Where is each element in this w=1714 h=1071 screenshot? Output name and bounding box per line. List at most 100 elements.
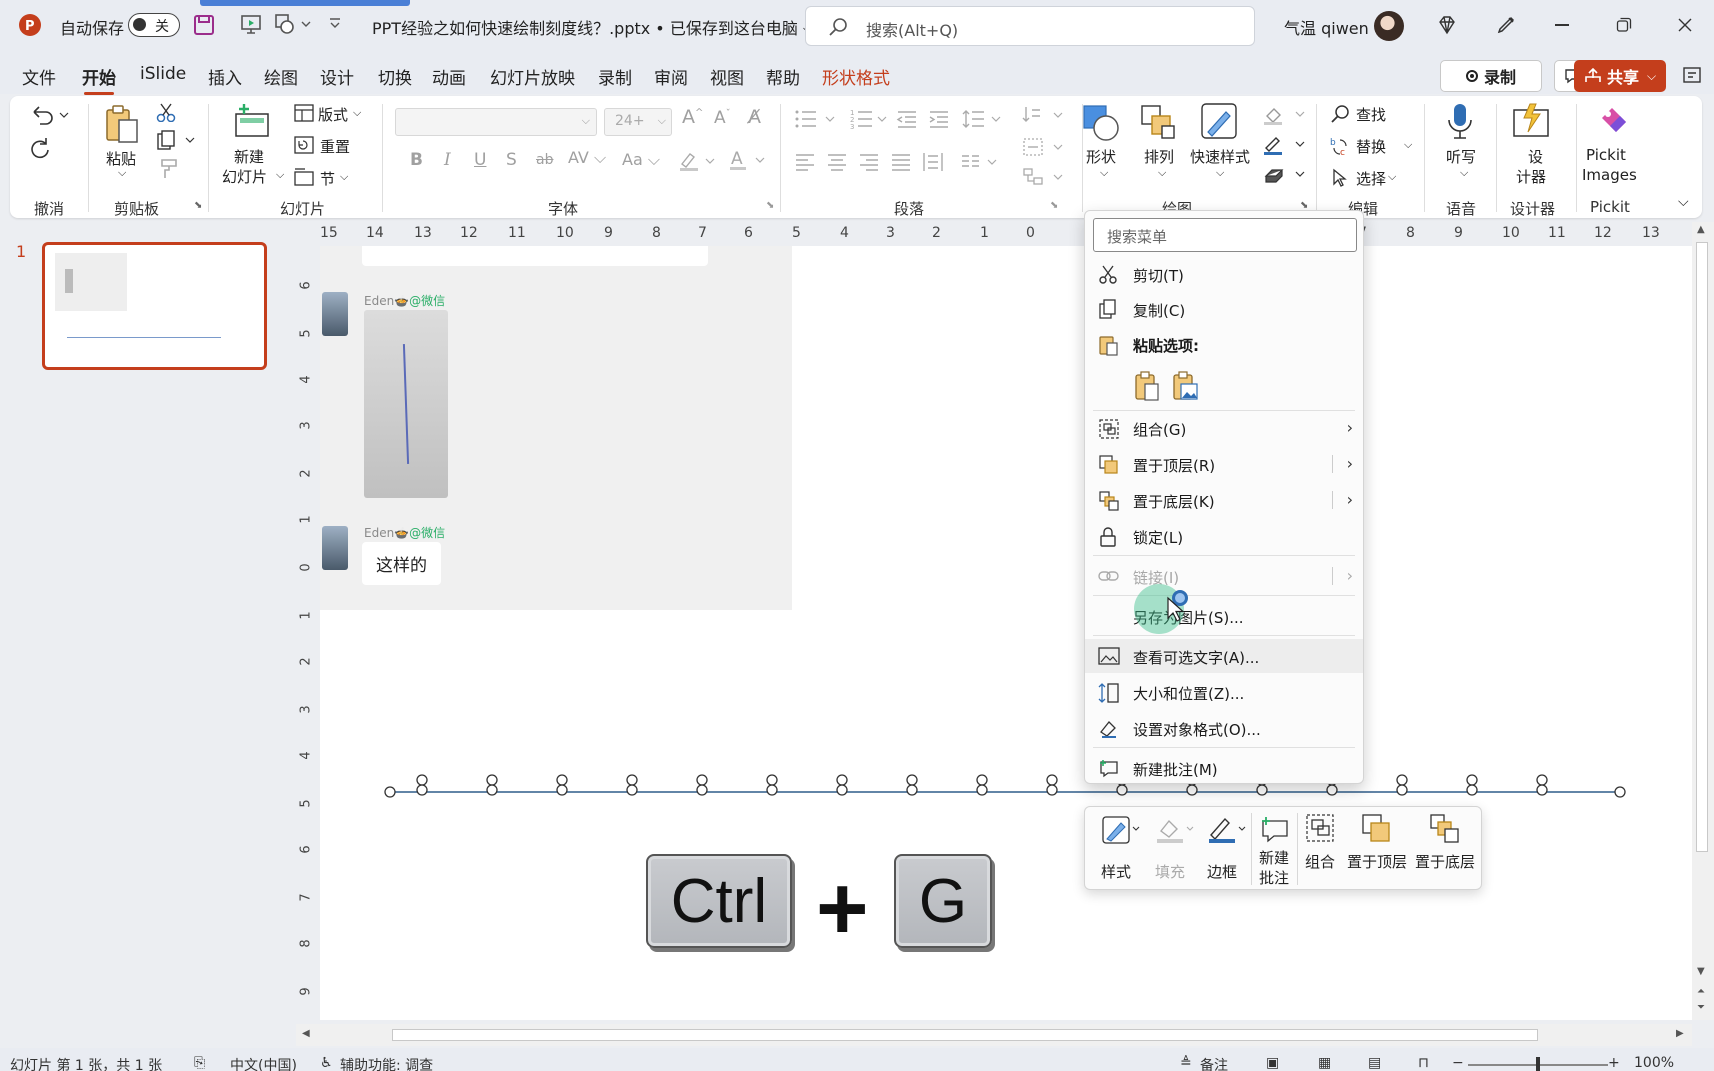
outline-button[interactable]: 边框 <box>1199 811 1249 887</box>
select-chevron-icon[interactable]: ⌵ <box>1388 170 1396 184</box>
clipboard-launcher-icon[interactable]: ⬊ <box>194 200 202 211</box>
ribbon-display-icon[interactable] <box>1682 64 1704 86</box>
char-spacing-icon[interactable]: AV ⌵ <box>568 148 606 168</box>
menu-item-group[interactable]: 组合(G) › <box>1085 411 1363 445</box>
pickit-label-1[interactable]: Pickit <box>1586 146 1626 164</box>
format-painter-icon[interactable] <box>156 158 180 180</box>
shape-outline-icon[interactable] <box>1262 134 1308 156</box>
clear-format-icon[interactable]: A̸ <box>748 106 761 128</box>
strikethrough-icon[interactable]: ab <box>536 152 553 168</box>
paragraph-launcher-icon[interactable]: ⬊ <box>1050 200 1058 211</box>
smartart-icon[interactable] <box>1022 166 1066 188</box>
zoom-in-icon[interactable]: + <box>1608 1055 1620 1071</box>
find-label[interactable]: 查找 <box>1356 104 1386 125</box>
tab-6[interactable]: 切换 <box>378 64 412 89</box>
font-launcher-icon[interactable]: ⬊ <box>766 200 774 211</box>
horizontal-scrollbar[interactable]: ◀ ▶ <box>296 1024 1692 1046</box>
tab-4[interactable]: 绘图 <box>264 64 298 89</box>
zoom-out-icon[interactable]: − <box>1452 1055 1464 1071</box>
normal-view-icon[interactable]: ▣ <box>1266 1055 1279 1071</box>
close-icon[interactable] <box>1677 17 1693 33</box>
bold-icon[interactable]: B <box>410 150 423 170</box>
tab-1[interactable]: 开始 <box>82 64 116 95</box>
arrange-chevron-icon[interactable]: ⌵ <box>1158 166 1166 180</box>
shape-effects-icon[interactable] <box>1262 164 1308 186</box>
select-icon[interactable] <box>1330 168 1350 188</box>
document-title[interactable]: PPT经验之如何快速绘制刻度线？.pptx • 已保存到这台电脑 ⌵ <box>372 15 815 39</box>
scroll-left-icon[interactable]: ◀ <box>302 1028 310 1039</box>
new-slide-chevron-icon[interactable]: ⌵ <box>276 168 284 182</box>
tab-11[interactable]: 视图 <box>710 64 744 89</box>
dictate-label[interactable]: 听写 <box>1446 146 1476 167</box>
section-label[interactable]: 节 <box>320 168 335 189</box>
align-center-icon[interactable] <box>826 152 848 172</box>
arrange-icon[interactable] <box>1140 104 1178 142</box>
zoom-level[interactable]: 100% <box>1634 1055 1674 1071</box>
diamond-icon[interactable] <box>1436 14 1458 36</box>
autosave-toggle[interactable]: 关 <box>128 13 180 37</box>
quick-styles-chevron-icon[interactable]: ⌵ <box>1216 166 1224 180</box>
cut-icon[interactable] <box>156 102 176 122</box>
submenu-arrow-icon[interactable]: › <box>1347 454 1353 473</box>
tab-5[interactable]: 设计 <box>320 64 354 89</box>
shapes-label[interactable]: 形状 <box>1086 146 1116 167</box>
shape-fill-icon[interactable] <box>1262 104 1308 126</box>
horizontal-scroll-thumb[interactable] <box>392 1029 1538 1041</box>
scroll-up-icon[interactable]: ▲ <box>1697 224 1705 235</box>
scroll-down-icon[interactable]: ▼ <box>1697 966 1705 977</box>
quick-styles-icon[interactable] <box>1200 102 1240 142</box>
avatar[interactable] <box>1374 11 1404 41</box>
slide-thumbnail[interactable] <box>42 242 267 370</box>
menu-item-alt-text[interactable]: 查看可选文字(A)... <box>1085 639 1363 673</box>
slide-canvas[interactable]: Eden🍲@微信 Eden🍲@微信 这样的 Ctrl + G <box>320 246 1692 1020</box>
language-indicator[interactable]: 中文(中国) <box>230 1055 297 1071</box>
menu-item-lock[interactable]: 锁定(L) <box>1085 519 1363 553</box>
shrink-font-icon[interactable]: Aˇ <box>714 108 731 128</box>
accessibility-icon[interactable]: ♿︎ <box>320 1055 333 1071</box>
search-input[interactable]: 搜索(Alt+Q) <box>805 6 1255 46</box>
columns-icon[interactable] <box>960 152 1000 172</box>
dictate-chevron-icon[interactable]: ⌵ <box>1460 166 1468 180</box>
pickit-logo-icon[interactable] <box>1596 104 1632 138</box>
menu-item-link[interactable]: 链接(I) › <box>1085 559 1363 593</box>
pen-icon[interactable] <box>1494 13 1518 37</box>
section-chevron-icon[interactable]: ⌵ <box>340 170 348 184</box>
submenu-arrow-icon[interactable]: › <box>1347 490 1353 509</box>
justify-icon[interactable] <box>890 152 912 172</box>
notes-icon[interactable]: ≜ <box>1180 1055 1192 1071</box>
zoom-slider-thumb[interactable] <box>1536 1057 1540 1071</box>
quick-styles-label[interactable]: 快速样式 <box>1190 146 1250 167</box>
vertical-scroll-thumb[interactable] <box>1696 242 1708 852</box>
align-left-icon[interactable] <box>794 152 816 172</box>
decrease-indent-icon[interactable] <box>896 108 918 130</box>
tab-0[interactable]: 文件 <box>22 64 56 89</box>
reset-icon[interactable] <box>294 136 314 154</box>
reading-view-icon[interactable]: ▤ <box>1368 1055 1381 1071</box>
tab-9[interactable]: 录制 <box>598 64 632 89</box>
scroll-right-icon[interactable]: ▶ <box>1676 1028 1684 1039</box>
copy-icon[interactable] <box>156 130 196 150</box>
arrange-label[interactable]: 排列 <box>1144 146 1174 167</box>
designer-label-2[interactable]: 计器 <box>1516 166 1546 187</box>
shapes-icon[interactable] <box>1082 104 1122 142</box>
grow-font-icon[interactable]: A^ <box>682 106 703 128</box>
shapes-chevron-icon[interactable]: ⌵ <box>1100 166 1108 180</box>
select-label[interactable]: 选择 <box>1356 168 1386 189</box>
font-size-box[interactable]: 24+ ⌵ <box>604 108 672 136</box>
customize-toolbar-icon[interactable] <box>328 16 342 30</box>
shapes-quick-icon[interactable] <box>274 13 312 35</box>
menu-item-bring-to-front[interactable]: 置于顶层(R) › <box>1085 447 1363 481</box>
text-direction-icon[interactable] <box>1022 104 1066 128</box>
collapse-ribbon-icon[interactable]: ⌵ <box>1678 194 1689 210</box>
prev-slide-icon[interactable]: ⏶ <box>1697 986 1705 997</box>
paste-icon[interactable] <box>102 104 142 144</box>
section-icon[interactable] <box>294 168 314 186</box>
font-color-icon[interactable]: A <box>728 148 768 172</box>
new-slide-label-2[interactable]: 幻灯片 <box>222 166 267 187</box>
increase-indent-icon[interactable] <box>928 108 950 130</box>
menu-item-send-to-back[interactable]: 置于底层(K) › <box>1085 483 1363 517</box>
menu-item-size-position[interactable]: 大小和位置(Z)... <box>1085 675 1363 709</box>
reset-label[interactable]: 重置 <box>320 136 350 157</box>
designer-label-1[interactable]: 设 <box>1528 146 1543 167</box>
minimize-icon[interactable] <box>1555 24 1569 26</box>
